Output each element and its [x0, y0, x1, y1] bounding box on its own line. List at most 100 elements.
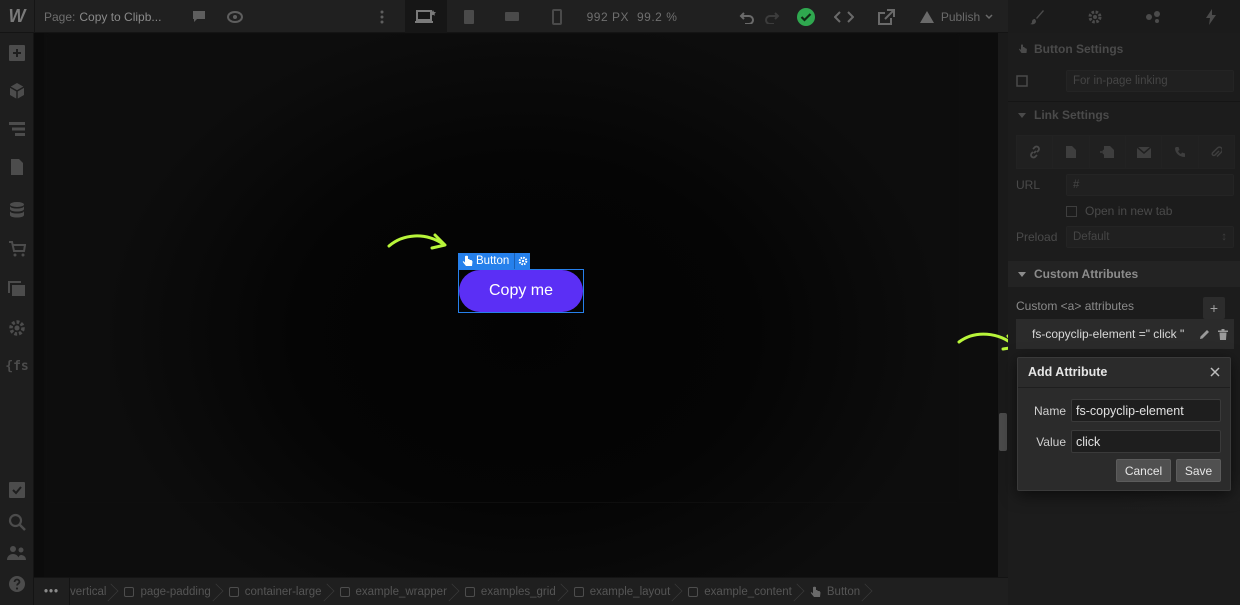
preview-eye-icon[interactable] [222, 0, 248, 33]
assets-images-icon[interactable] [0, 274, 34, 304]
preload-select[interactable]: Default ↕ [1066, 226, 1234, 248]
attribute-name-input[interactable]: fs-copyclip-element [1071, 399, 1221, 422]
comment-icon[interactable] [186, 0, 212, 33]
finsweet-extension-icon[interactable]: {fs [0, 351, 34, 381]
style-manager-icon[interactable] [1124, 0, 1182, 33]
selected-element-tag[interactable]: Button [458, 253, 531, 269]
new-tab-checkbox[interactable] [1066, 205, 1077, 217]
components-cube-icon[interactable] [0, 76, 34, 106]
canvas-zoom: 99.2 % [637, 9, 678, 24]
link-type-tabs [1016, 135, 1235, 169]
element-settings-gear-icon[interactable] [514, 253, 531, 269]
breadcrumb-item[interactable]: example_wrapper [330, 578, 455, 605]
more-options-icon[interactable] [372, 0, 392, 33]
page-selector[interactable]: Page: Copy to Clipb... [44, 0, 170, 33]
email-link-icon[interactable] [1124, 135, 1163, 169]
id-input[interactable]: For in-page linking [1066, 70, 1234, 92]
box-icon [124, 586, 135, 597]
breadcrumb-label: vertical [70, 585, 107, 598]
undo-icon[interactable] [735, 0, 759, 33]
page-link-icon[interactable] [1052, 135, 1090, 169]
navigator-icon[interactable] [0, 114, 34, 144]
add-element-icon[interactable] [0, 38, 34, 68]
url-input[interactable]: # [1066, 174, 1234, 196]
breadcrumb-item[interactable]: examples_grid [455, 578, 564, 605]
cms-database-icon[interactable] [0, 195, 34, 225]
breadcrumb-item[interactable]: example_layout [564, 578, 679, 605]
value-label: Value [1036, 435, 1066, 449]
cancel-button[interactable]: Cancel [1116, 459, 1171, 482]
dialog-divider [1018, 387, 1230, 388]
style-brush-icon[interactable] [1008, 0, 1066, 33]
close-icon[interactable] [1206, 363, 1224, 381]
chevron-down-icon [985, 13, 993, 19]
canvas-width: 992 PX [586, 9, 629, 24]
search-icon[interactable] [0, 507, 34, 537]
new-tab-label: Open in new tab [1085, 204, 1173, 218]
divider [34, 0, 35, 33]
tasks-check-icon[interactable] [0, 475, 34, 505]
canvas-scrollbar[interactable] [998, 33, 1008, 577]
code-export-icon[interactable] [830, 0, 858, 33]
breadcrumb-item[interactable]: vertical [70, 578, 114, 605]
name-label: Name [1033, 404, 1066, 418]
link-settings-header[interactable]: Link Settings [1008, 107, 1240, 123]
webflow-logo[interactable]: W [0, 0, 34, 33]
scrollbar-thumb[interactable] [999, 413, 1007, 451]
box-icon [573, 586, 584, 597]
new-tab-row[interactable]: Open in new tab [1008, 203, 1240, 219]
breadcrumb-item[interactable]: container-large [219, 578, 330, 605]
copy-me-button[interactable]: Copy me [459, 270, 583, 312]
attribute-value-input[interactable]: click [1071, 430, 1221, 453]
help-icon[interactable] [0, 569, 34, 599]
collapse-triangle-icon [1018, 112, 1026, 118]
interactions-bolt-icon[interactable] [1182, 0, 1240, 33]
attachment-link-icon[interactable] [1197, 135, 1235, 169]
breadcrumb-label: example_content [704, 585, 792, 598]
breadcrumb-item[interactable]: page-padding [114, 578, 218, 605]
breadcrumb-label: page-padding [140, 585, 211, 598]
save-button[interactable]: Save [1176, 459, 1221, 482]
tablet-breakpoint-icon[interactable] [455, 0, 483, 33]
custom-attributes-subtitle: Custom <a> attributes [1016, 299, 1135, 313]
desktop-breakpoint-icon[interactable] [405, 0, 447, 33]
button-settings-header[interactable]: Button Settings [1008, 41, 1240, 57]
attribute-list-item[interactable]: fs-copyclip-element =" click " [1016, 319, 1234, 349]
breadcrumb-item-current[interactable]: Button [800, 578, 868, 605]
divider [1008, 101, 1240, 102]
add-attribute-plus-icon[interactable]: + [1203, 297, 1225, 319]
mobile-portrait-icon[interactable] [544, 0, 570, 33]
button-settings-title: Button Settings [1034, 42, 1124, 56]
settings-gear-icon[interactable] [0, 313, 34, 343]
section-link-icon[interactable] [1088, 135, 1126, 169]
breadcrumb-more-button[interactable]: ••• [34, 578, 70, 605]
link-settings-title: Link Settings [1034, 108, 1110, 122]
collaborators-icon[interactable] [0, 538, 34, 568]
custom-attributes-header[interactable]: Custom Attributes [1008, 261, 1240, 287]
breadcrumb-label: example_wrapper [355, 585, 447, 598]
settings-gear-icon[interactable] [1066, 0, 1124, 33]
edit-pencil-icon[interactable] [1199, 329, 1210, 340]
redo-icon[interactable] [760, 0, 784, 33]
add-attribute-dialog: Add Attribute Name fs-copyclip-element V… [1017, 357, 1231, 491]
page-prefix: Page: [44, 9, 76, 24]
mobile-landscape-icon[interactable] [498, 0, 526, 33]
breadcrumb: ••• vertical page-padding container-larg… [34, 577, 1008, 605]
share-icon[interactable] [872, 0, 900, 33]
attribute-text: fs-copyclip-element =" click " [1032, 327, 1185, 341]
box-icon [339, 586, 350, 597]
pages-icon[interactable] [0, 152, 34, 182]
box-icon [464, 586, 475, 597]
phone-link-icon[interactable] [1161, 135, 1199, 169]
canvas-dimensions: 992 PX 99.2 % [584, 0, 680, 33]
panel-shade [1008, 490, 1240, 605]
ecommerce-cart-icon[interactable] [0, 234, 34, 264]
box-icon [228, 586, 239, 597]
url-link-icon[interactable] [1016, 135, 1054, 169]
breadcrumb-item[interactable]: example_content [678, 578, 800, 605]
collapse-triangle-icon [1018, 271, 1026, 277]
element-type-label: Button [458, 253, 515, 269]
publish-button[interactable]: Publish [910, 0, 1002, 33]
delete-trash-icon[interactable] [1218, 328, 1228, 340]
dialog-title: Add Attribute [1028, 365, 1108, 379]
